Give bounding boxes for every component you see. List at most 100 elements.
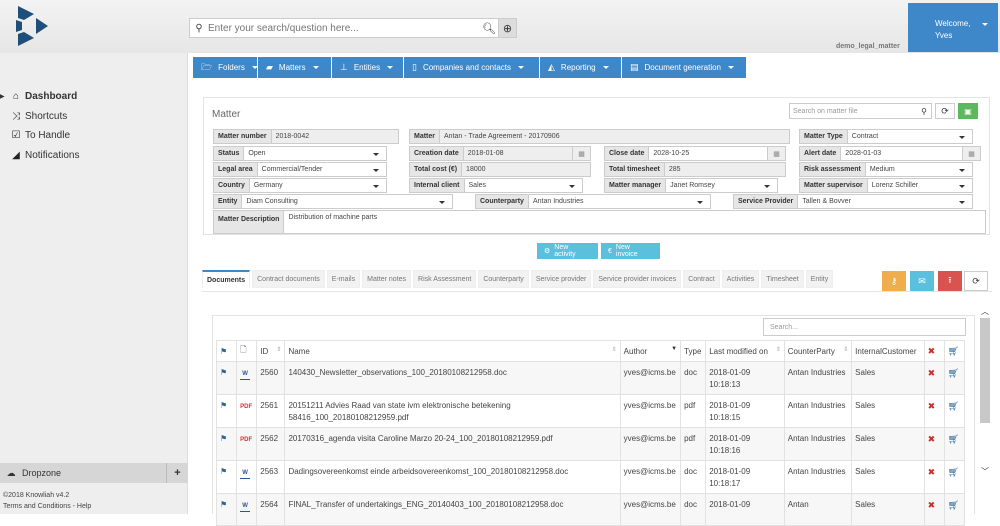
matter-file-search[interactable]: Search on matter file ⚲ bbox=[789, 103, 932, 119]
doc-name[interactable]: 20170316_agenda visita Caroline Marzo 20… bbox=[284, 427, 621, 461]
sidebar-item-dashboard[interactable]: ▶ ⌂ Dashboard bbox=[0, 87, 188, 107]
alert-date-value[interactable]: 2028-01-03 bbox=[841, 147, 962, 160]
zoom-in-icon[interactable]: ⊕ bbox=[498, 19, 516, 37]
calendar-icon[interactable]: ▦ bbox=[767, 147, 785, 160]
sidebar-item-shortcuts[interactable]: ⤨ Shortcuts bbox=[0, 107, 188, 127]
sort-icon[interactable]: ⇕ bbox=[776, 346, 781, 353]
cart-icon[interactable]: 🛒︎ bbox=[948, 500, 959, 510]
documents-scrollbar[interactable]: ︿ ﹀ bbox=[978, 304, 992, 514]
global-search[interactable]: ⚲ 🔍︎ ⊕ bbox=[189, 18, 517, 38]
delete-icon[interactable]: ✖ bbox=[928, 401, 936, 411]
modified-column-header[interactable]: Last modified on ⇕ bbox=[705, 340, 785, 362]
table-row[interactable]: ⚑ W 2563 Dadingsovereenkomst einde arbei… bbox=[215, 460, 966, 494]
doc-name[interactable]: FINAL_Transfer of undertakings_ENG_20140… bbox=[284, 493, 621, 526]
scrollbar-thumb[interactable] bbox=[980, 318, 990, 423]
new-activity-button[interactable]: ⚙ New activity bbox=[537, 243, 598, 259]
flag-icon[interactable]: ⚑ bbox=[220, 500, 227, 509]
cart-icon[interactable]: 🛒︎ bbox=[948, 434, 959, 444]
flag-icon[interactable]: ⚑ bbox=[220, 401, 227, 410]
internal-client-select[interactable]: Internal client Sales bbox=[409, 178, 583, 193]
matter-description-field[interactable]: Matter Description Distribution of machi… bbox=[213, 210, 986, 234]
tab-entity[interactable]: Entity bbox=[805, 270, 834, 288]
doc-name[interactable]: 20151211 Advies Raad van state ivm elekt… bbox=[284, 394, 621, 428]
matter-manager-select[interactable]: Matter manager Janet Romsey bbox=[604, 178, 778, 193]
calendar-icon[interactable]: ▦ bbox=[962, 147, 980, 160]
knowliah-logo[interactable] bbox=[12, 4, 52, 48]
new-invoice-button[interactable]: € New invoice bbox=[601, 243, 660, 259]
refresh-documents-button[interactable]: ⟳ bbox=[964, 271, 988, 291]
sort-icon[interactable]: ⇕ bbox=[843, 346, 848, 353]
tab-counterparty[interactable]: Counterparty bbox=[478, 270, 529, 288]
dropzone[interactable]: ☁ Dropzone + bbox=[0, 463, 188, 483]
sort-desc-icon[interactable]: ▼ bbox=[671, 346, 677, 352]
creation-date-field[interactable]: Creation date 2018-01-08 ▦ bbox=[409, 146, 591, 161]
menu-reporting[interactable]: ◭ Reporting bbox=[540, 57, 621, 78]
close-date-field[interactable]: Close date 2028-10-25 ▦ bbox=[604, 146, 786, 161]
upload-button[interactable]: ⭱ bbox=[938, 271, 962, 291]
counterparty-select[interactable]: Counterparty Antan Industries bbox=[475, 194, 711, 209]
country-select[interactable]: Country Germany bbox=[213, 178, 387, 193]
doc-name[interactable]: 140430_Newsletter_observations_100_20180… bbox=[284, 361, 621, 395]
counterparty-column-header[interactable]: CounterParty ⇕ bbox=[783, 340, 853, 362]
name-column-header[interactable]: Name ⇕ bbox=[284, 340, 621, 362]
matter-supervisor-select[interactable]: Matter supervisor Lorenz Schiller bbox=[799, 178, 973, 193]
close-date-value[interactable]: 2028-10-25 bbox=[649, 147, 767, 160]
sidebar-item-notifications[interactable]: ◢ Notifications bbox=[0, 146, 188, 166]
matter-type-select[interactable]: Matter Type Contract bbox=[799, 129, 973, 144]
internal-customer-column-header[interactable]: InternalCustomer bbox=[851, 340, 925, 362]
delete-icon[interactable]: ✖ bbox=[928, 500, 936, 510]
sort-icon[interactable]: ⇕ bbox=[612, 346, 617, 353]
delete-icon[interactable]: ✖ bbox=[928, 434, 936, 444]
global-search-input[interactable] bbox=[208, 22, 480, 34]
entity-select[interactable]: Entity Diam Consulting bbox=[213, 194, 453, 209]
tab-emails[interactable]: E-mails bbox=[326, 270, 361, 288]
sort-icon[interactable]: ⇕ bbox=[276, 346, 281, 353]
key-button[interactable]: ⚷ bbox=[882, 271, 906, 291]
sidebar-item-to-handle[interactable]: ☑ To Handle bbox=[0, 126, 188, 146]
save-button[interactable]: ▣ bbox=[958, 103, 978, 119]
cart-icon[interactable]: 🛒︎ bbox=[948, 401, 959, 411]
documents-search-input[interactable]: Search... bbox=[763, 318, 966, 336]
type-column-header[interactable]: Type bbox=[680, 340, 707, 362]
tab-contract[interactable]: Contract bbox=[683, 270, 720, 288]
legal-area-select[interactable]: Legal area Commercial/Tender bbox=[213, 162, 387, 177]
tab-service-provider[interactable]: Service provider bbox=[530, 270, 592, 288]
flag-icon[interactable]: ⚑ bbox=[220, 368, 227, 377]
tab-timesheet[interactable]: Timesheet bbox=[761, 270, 804, 288]
flag-icon[interactable]: ⚑ bbox=[220, 434, 227, 443]
service-provider-select[interactable]: Service Provider Tallen & Bovver bbox=[733, 194, 973, 209]
menu-folders[interactable]: 🗁 Folders bbox=[193, 57, 258, 78]
search-icon[interactable]: ⚲ bbox=[921, 107, 927, 116]
chevron-up-icon[interactable]: ︿ bbox=[978, 304, 992, 318]
menu-companies-contacts[interactable]: ▯ Companies and contacts bbox=[404, 57, 539, 78]
tab-service-provider-invoices[interactable]: Service provider invoices bbox=[593, 270, 682, 288]
tab-matter-notes[interactable]: Matter notes bbox=[362, 270, 412, 288]
menu-entities[interactable]: ⊥ Entities bbox=[332, 57, 403, 78]
author-column-header[interactable]: Author ▼ bbox=[619, 340, 682, 362]
delete-icon[interactable]: ✖ bbox=[928, 467, 936, 477]
alert-date-field[interactable]: Alert date 2028-01-03 ▦ bbox=[799, 146, 981, 161]
refresh-button[interactable]: ⟳ bbox=[935, 103, 955, 119]
flag-icon[interactable]: ⚑ bbox=[220, 467, 227, 476]
tab-risk-assessment[interactable]: Risk Assessment bbox=[413, 270, 477, 288]
tab-documents[interactable]: Documents bbox=[202, 270, 251, 288]
terms-help-link[interactable]: Terms and Conditions - Help bbox=[3, 501, 91, 512]
doc-name[interactable]: Dadingsovereenkomst einde arbeidsovereen… bbox=[284, 460, 621, 494]
chevron-down-icon[interactable]: ﹀ bbox=[978, 464, 992, 478]
table-row[interactable]: ⚑ PDF 2561 20151211 Advies Raad van stat… bbox=[215, 394, 966, 428]
email-button[interactable]: ✉ bbox=[910, 271, 934, 291]
menu-document-generation[interactable]: ▤ Document generation bbox=[622, 57, 746, 78]
search-icon[interactable]: 🔍︎ bbox=[480, 19, 498, 37]
risk-assessment-select[interactable]: Risk assessment Medium bbox=[799, 162, 973, 177]
table-row[interactable]: ⚑ W 2560 140430_Newsletter_observations_… bbox=[215, 361, 966, 395]
cart-icon[interactable]: 🛒︎ bbox=[948, 368, 959, 378]
tab-activities[interactable]: Activities bbox=[721, 270, 760, 288]
matter-description-value[interactable]: Distribution of machine parts bbox=[284, 211, 985, 233]
menu-matters[interactable]: ▰ Matters bbox=[258, 57, 331, 78]
tab-contract-documents[interactable]: Contract documents bbox=[252, 270, 325, 288]
user-menu[interactable]: Welcome, Yves bbox=[908, 3, 998, 52]
add-to-dropzone-button[interactable]: + bbox=[166, 463, 188, 483]
table-row[interactable]: ⚑ PDF 2562 20170316_agenda visita Caroli… bbox=[215, 427, 966, 461]
cart-icon[interactable]: 🛒︎ bbox=[948, 467, 959, 477]
table-row[interactable]: ⚑ W 2564 FINAL_Transfer of undertakings_… bbox=[215, 493, 966, 526]
